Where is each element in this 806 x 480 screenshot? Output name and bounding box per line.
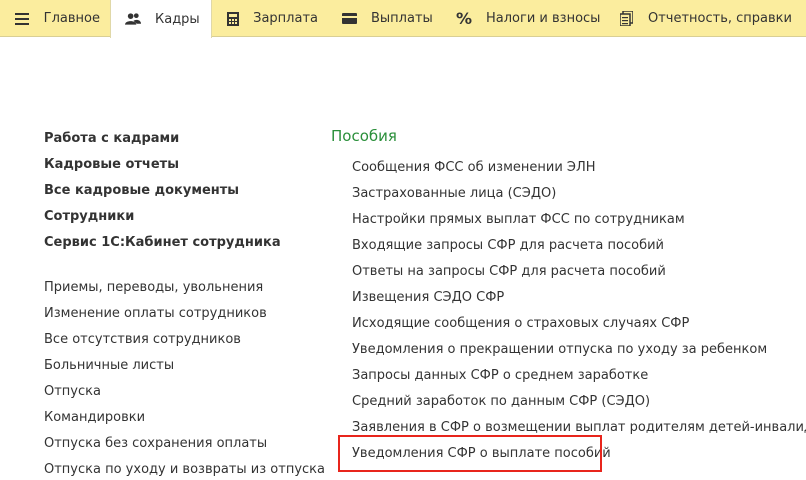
link-pay-changes[interactable]: Изменение оплаты сотрудников [44, 306, 267, 321]
link-sick-leaves[interactable]: Больничные листы [44, 358, 174, 373]
tab-label: Отчетность, справки [648, 11, 792, 26]
documents-icon [618, 11, 634, 27]
link-vacations[interactable]: Отпуска [44, 384, 101, 399]
tab-main[interactable]: Главное [0, 0, 110, 37]
benefits-link[interactable]: Исходящие сообщения о страховых случаях … [352, 316, 689, 331]
link-unpaid-leaves[interactable]: Отпуска без сохранения оплаты [44, 436, 267, 451]
tab-label: Налоги и взносы [486, 11, 601, 26]
benefits-link[interactable]: Заявления в СФР о возмещении выплат роди… [352, 420, 806, 435]
link-business-trips[interactable]: Командировки [44, 410, 145, 425]
wallet-icon [342, 11, 357, 27]
tab-label: Зарплата [253, 11, 318, 26]
benefits-link[interactable]: Запросы данных СФР о среднем заработке [352, 368, 648, 383]
people-icon [125, 11, 141, 27]
tab-label: Главное [43, 11, 100, 26]
tab-label: Выплаты [371, 11, 433, 26]
benefits-link[interactable]: Уведомления о прекращении отпуска по ухо… [352, 342, 767, 357]
percent-icon: % [455, 9, 473, 28]
tab-salary[interactable]: Зарплата [212, 0, 328, 37]
tab-taxes[interactable]: % Налоги и взносы [442, 0, 604, 37]
benefits-link[interactable]: Извещения СЭДО СФР [352, 290, 504, 305]
tab-payments[interactable]: Выплаты [328, 0, 442, 37]
benefits-link[interactable]: Входящие запросы СФР для расчета пособий [352, 238, 664, 253]
benefits-link[interactable]: Застрахованные лица (СЭДО) [352, 186, 556, 201]
link-hirings-transfers[interactable]: Приемы, переводы, увольнения [44, 280, 263, 295]
link-personnel-reports[interactable]: Кадровые отчеты [44, 157, 179, 172]
link-personnel-work[interactable]: Работа с кадрами [44, 131, 179, 146]
section-tab-bar: Главное Кадры Зарплата Выплаты % Налоги … [0, 0, 806, 38]
link-all-personnel-documents[interactable]: Все кадровые документы [44, 183, 239, 198]
highlight-frame [338, 435, 602, 472]
tab-personnel[interactable]: Кадры [110, 0, 212, 38]
tab-reports[interactable]: Отчетность, справки [604, 0, 804, 37]
link-employee-cabinet-service[interactable]: Сервис 1С:Кабинет сотрудника [44, 235, 281, 250]
menu-icon [14, 11, 30, 27]
benefits-link[interactable]: Настройки прямых выплат ФСС по сотрудник… [352, 212, 685, 227]
benefits-link[interactable]: Сообщения ФСС об изменении ЭЛН [352, 160, 596, 175]
link-parental-leaves[interactable]: Отпуска по уходу и возвраты из отпуска [44, 462, 325, 477]
section-title-benefits: Пособия [331, 127, 397, 145]
calculator-icon [226, 11, 239, 27]
tab-label: Кадры [155, 11, 200, 27]
benefits-link[interactable]: Ответы на запросы СФР для расчета пособи… [352, 264, 666, 279]
link-all-absences[interactable]: Все отсутствия сотрудников [44, 332, 241, 347]
benefits-link[interactable]: Средний заработок по данным СФР (СЭДО) [352, 394, 650, 409]
link-employees[interactable]: Сотрудники [44, 209, 134, 224]
